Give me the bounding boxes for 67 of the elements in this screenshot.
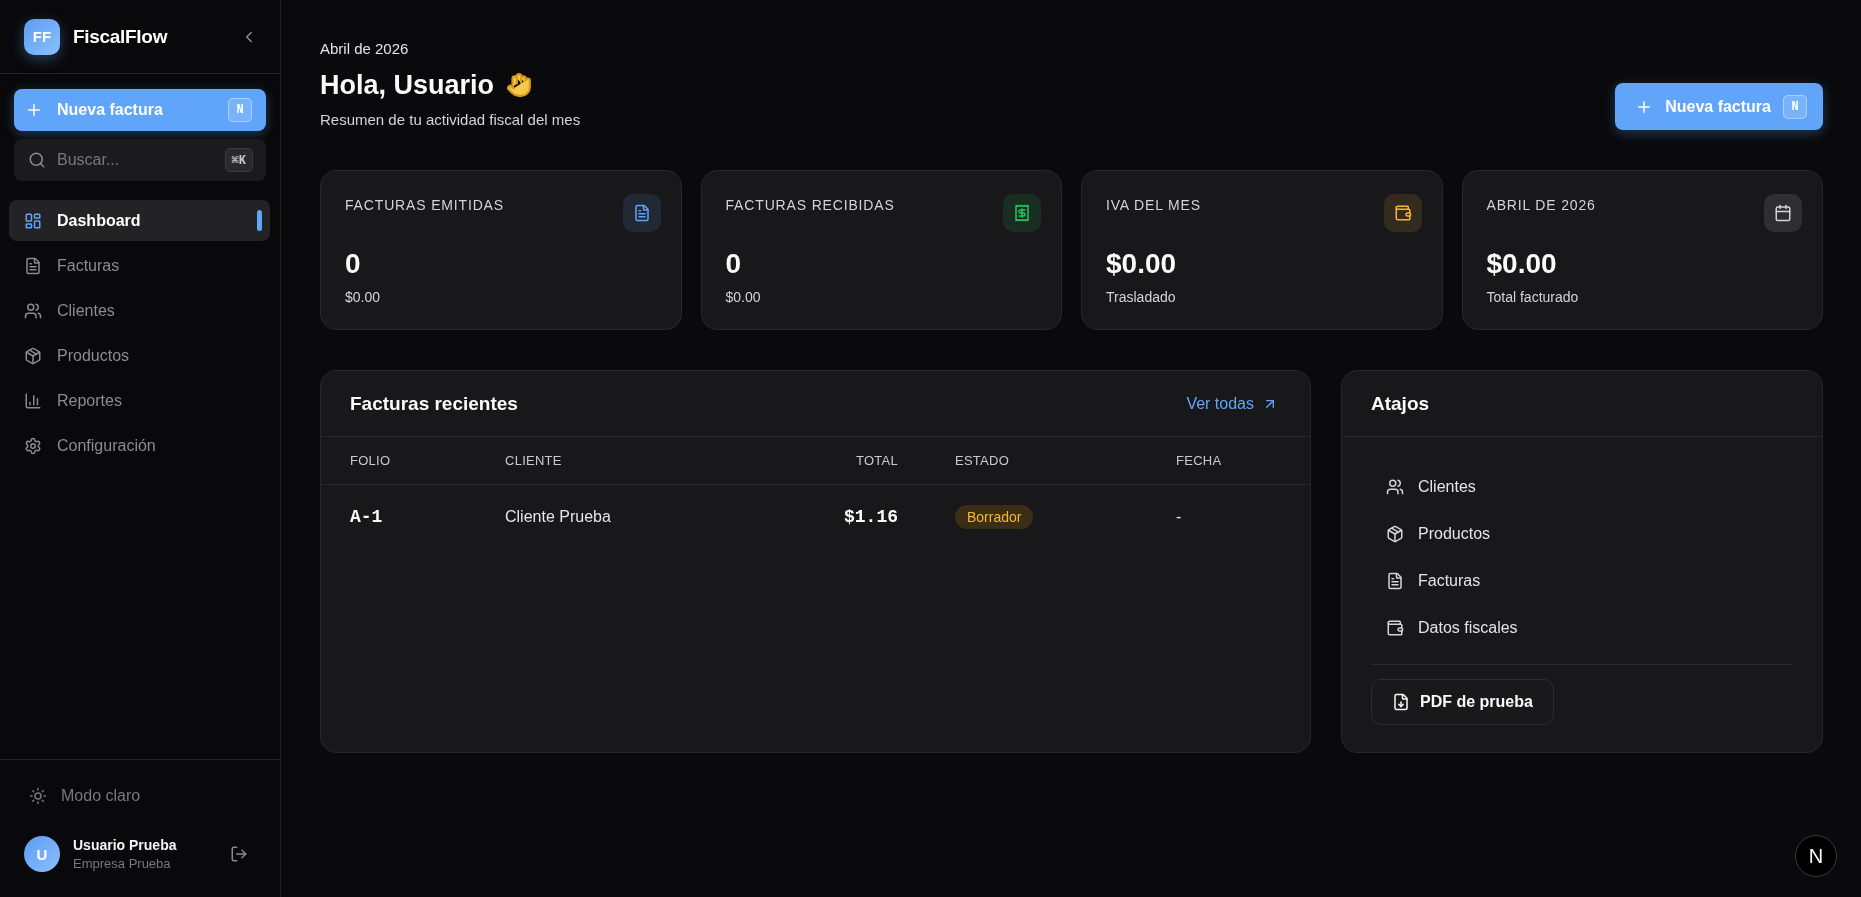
- shortcut-item[interactable]: Facturas: [1371, 561, 1793, 601]
- stat-label: FACTURAS EMITIDAS: [345, 196, 504, 214]
- document-icon: [1386, 572, 1404, 590]
- theme-toggle[interactable]: Modo claro: [29, 776, 141, 816]
- stat-caption: $0.00: [725, 288, 761, 306]
- box-icon: [1386, 525, 1404, 543]
- document-icon: [24, 256, 42, 275]
- stat-label: FACTURAS RECIBIDAS: [725, 196, 895, 214]
- stat-label: IVA DEL MES: [1106, 196, 1201, 214]
- active-indicator: [257, 210, 262, 231]
- shortcut-item[interactable]: Clientes: [1371, 467, 1793, 507]
- box-icon: [24, 346, 42, 365]
- logo: FF: [24, 18, 60, 55]
- shortcut-item[interactable]: Datos fiscales: [1371, 608, 1793, 648]
- column-header: FECHA: [1176, 453, 1222, 468]
- logout-button[interactable]: [230, 845, 248, 863]
- shortcut-key: ⌘K: [224, 148, 253, 172]
- table-cell: $1.16: [844, 507, 898, 527]
- avatar: U: [24, 836, 60, 872]
- stat-caption: Total facturado: [1486, 288, 1579, 306]
- sun-icon: [29, 787, 47, 805]
- card-title: Atajos: [1371, 392, 1430, 415]
- grid-icon: [24, 211, 42, 230]
- dev-tools-button[interactable]: N: [1795, 835, 1837, 877]
- stat-value: 0: [345, 247, 361, 281]
- nav-item[interactable]: Reportes: [9, 380, 270, 421]
- column-header: FOLIO: [350, 453, 391, 468]
- table-cell: -: [1176, 508, 1182, 526]
- column-header: ESTADO: [955, 453, 1010, 468]
- plus-icon: [25, 101, 43, 119]
- table-cell: Cliente Prueba: [505, 508, 611, 526]
- table-cell: A-1: [350, 507, 383, 527]
- nav-item[interactable]: Clientes: [9, 290, 270, 331]
- shortcut-item[interactable]: Productos: [1371, 514, 1793, 554]
- date-label: Abril de 2026: [320, 39, 410, 59]
- file-download-icon: [1392, 693, 1410, 711]
- brand-name: FiscalFlow: [73, 25, 168, 48]
- logout-icon: [230, 845, 248, 863]
- stat-value: 0: [725, 247, 742, 281]
- company-name: Empresa Prueba: [73, 856, 172, 871]
- stat-value: $0.00: [1486, 247, 1557, 281]
- stat-caption: $0.00: [345, 288, 381, 306]
- shortcut-key: N: [1783, 94, 1807, 119]
- view-all-link[interactable]: Ver todas: [1186, 394, 1278, 413]
- card-title: Facturas recientes: [350, 392, 518, 415]
- nav-item[interactable]: Facturas: [9, 245, 270, 286]
- greeting: Hola, Usuario: [320, 69, 495, 102]
- status-badge: Borrador: [955, 505, 1034, 529]
- column-header: TOTAL: [856, 453, 898, 468]
- bar-chart-icon: [24, 391, 42, 410]
- search-icon: [28, 151, 46, 169]
- nav-item[interactable]: Productos: [9, 335, 270, 376]
- column-header: CLIENTE: [505, 453, 562, 468]
- settings-icon: [24, 436, 42, 455]
- stat-value: $0.00: [1106, 247, 1177, 281]
- stat-caption: Trasladado: [1106, 288, 1176, 306]
- wallet-icon: [1386, 619, 1404, 637]
- nav-item[interactable]: Configuración: [9, 425, 270, 466]
- users-icon: [24, 301, 42, 320]
- nav-item[interactable]: Dashboard: [9, 200, 270, 241]
- stat-label: ABRIL DE 2026: [1486, 196, 1596, 214]
- shortcut-key: N: [228, 98, 252, 122]
- pdf-button[interactable]: PDF de prueba: [1371, 679, 1554, 725]
- user-name: Usuario Prueba: [73, 837, 177, 853]
- hand-icon: [506, 72, 533, 98]
- users-icon: [1386, 478, 1404, 496]
- subtitle: Resumen de tu actividad fiscal del mes: [320, 110, 581, 130]
